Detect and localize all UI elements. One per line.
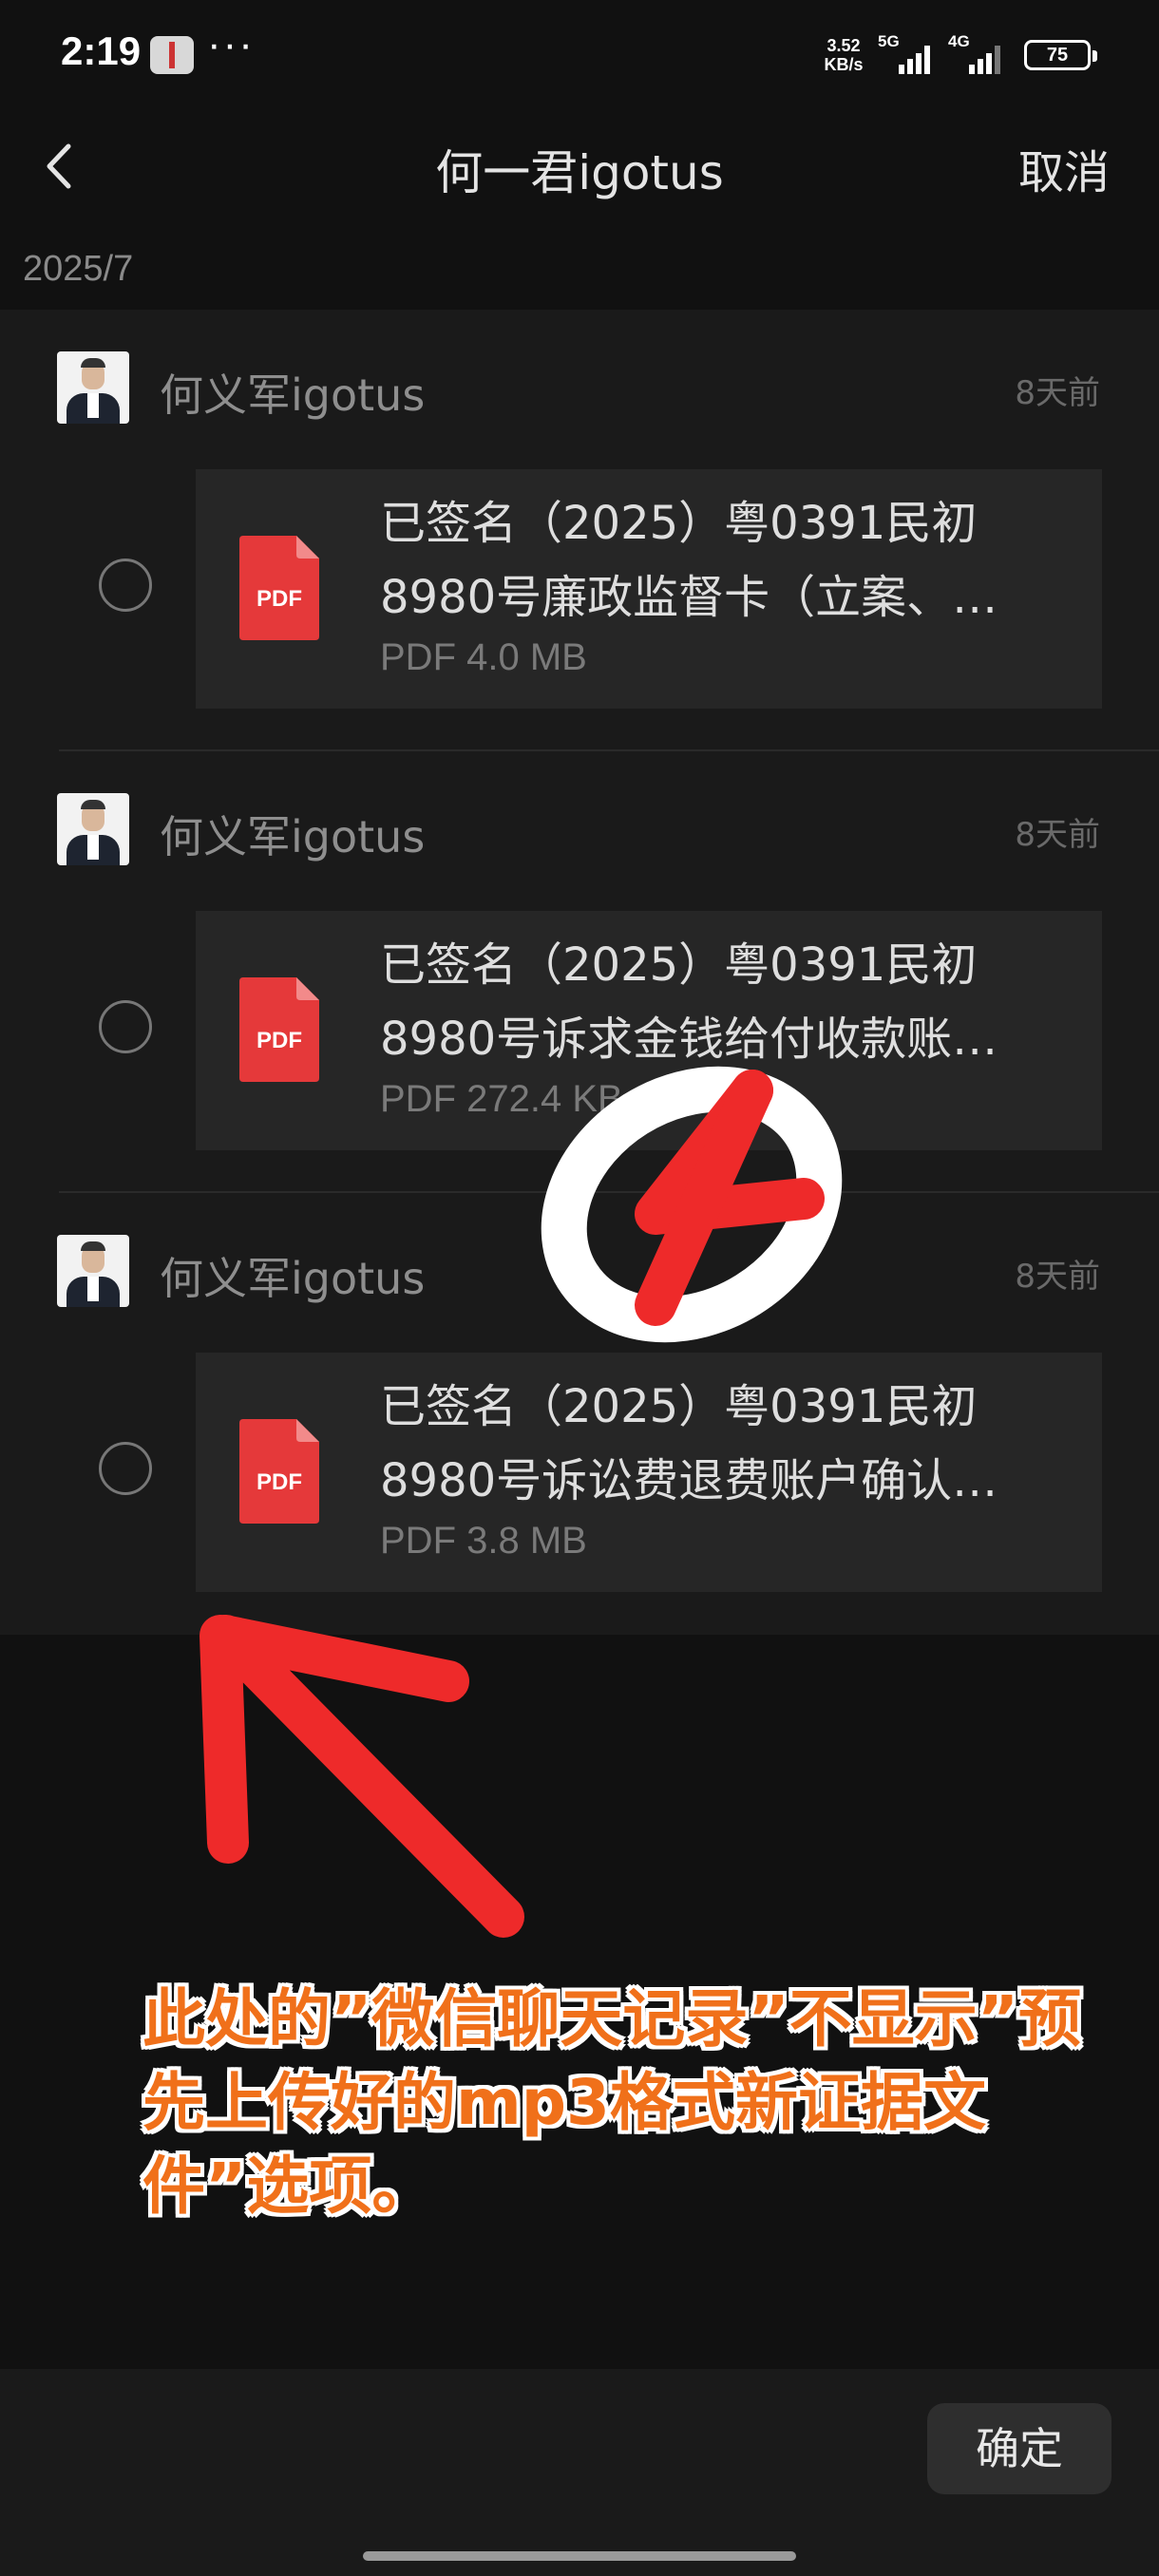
signal-5g-label: 5G xyxy=(878,32,900,50)
page: 2:19 ··· 3.52 KB/s 5G 4G 75 何一君igotus 取消… xyxy=(0,0,1159,2576)
file-card[interactable]: PDF 已签名（2025）粤0391民初 8980号诉讼费退费账户确认… PDF… xyxy=(196,1353,1102,1592)
signal-4g-icon: 4G xyxy=(948,32,1015,74)
battery-icon: 75 xyxy=(1024,40,1091,70)
select-radio[interactable] xyxy=(99,1442,152,1495)
battery-tip xyxy=(1092,50,1097,62)
bottom-bar: 确定 xyxy=(0,2369,1159,2576)
file-name: 已签名（2025）粤0391民初 8980号诉求金钱给付收款账… xyxy=(380,928,1064,1076)
file-name-line2: 8980号诉求金钱给付收款账… xyxy=(380,1013,998,1066)
status-time: 2:19 xyxy=(61,28,142,73)
list-item: 何义军igotus 8天前 PDF 已签名（2025）粤0391民初 8980号… xyxy=(0,1193,1159,1635)
file-meta: PDF 3.8 MB xyxy=(380,1520,587,1562)
file-card[interactable]: PDF 已签名（2025）粤0391民初 8980号诉求金钱给付收款账… PDF… xyxy=(196,911,1102,1150)
message-list: 何义军igotus 8天前 PDF 已签名（2025）粤0391民初 8980号… xyxy=(0,310,1159,1635)
avatar xyxy=(57,1235,129,1307)
file-name-line1: 已签名（2025）粤0391民初 xyxy=(380,938,978,992)
pdf-icon-label: PDF xyxy=(256,1028,302,1053)
file-name-line1: 已签名（2025）粤0391民初 xyxy=(380,1380,978,1433)
month-label: 2025/7 xyxy=(23,249,134,289)
file-name-line2: 8980号诉讼费退费账户确认… xyxy=(380,1454,998,1507)
list-item: 何义军igotus 8天前 PDF 已签名（2025）粤0391民初 8980号… xyxy=(0,310,1159,751)
file-name: 已签名（2025）粤0391民初 8980号廉政监督卡（立案、… xyxy=(380,486,1064,635)
file-card[interactable]: PDF 已签名（2025）粤0391民初 8980号廉政监督卡（立案、… PDF… xyxy=(196,469,1102,709)
signal-4g-label: 4G xyxy=(948,32,970,50)
message-time: 8天前 xyxy=(1015,374,1100,412)
list-item: 何义军igotus 8天前 PDF 已签名（2025）粤0391民初 8980号… xyxy=(0,751,1159,1193)
select-radio[interactable] xyxy=(99,559,152,612)
message-time: 8天前 xyxy=(1015,816,1100,854)
sender-name: 何义军igotus xyxy=(160,1253,426,1304)
home-indicator[interactable] xyxy=(363,2551,796,2561)
battery-level: 75 xyxy=(1046,45,1069,66)
cancel-button[interactable]: 取消 xyxy=(1018,135,1110,201)
pdf-file-icon: PDF xyxy=(239,1419,319,1524)
pdf-icon-label: PDF xyxy=(256,1469,302,1495)
header: 何一君igotus 取消 xyxy=(0,114,1159,218)
select-radio[interactable] xyxy=(99,1000,152,1053)
avatar xyxy=(57,351,129,424)
network-speed-unit: KB/s xyxy=(824,55,864,74)
network-speed-value: 3.52 xyxy=(826,36,861,55)
signal-5g-icon: 5G xyxy=(878,32,944,74)
pdf-icon-label: PDF xyxy=(256,586,302,612)
file-meta: PDF 272.4 KB xyxy=(380,1078,623,1120)
file-name: 已签名（2025）粤0391民初 8980号诉讼费退费账户确认… xyxy=(380,1370,1064,1518)
avatar xyxy=(57,793,129,865)
pdf-file-icon: PDF xyxy=(239,977,319,1082)
annotation-text: 此处的”微信聊天记录”不显示”预先上传好的mp3格式新证据文件”选项。 xyxy=(142,1982,1082,2223)
message-time: 8天前 xyxy=(1015,1258,1100,1296)
file-name-line1: 已签名（2025）粤0391民初 xyxy=(380,497,978,550)
sender-name: 何义军igotus xyxy=(160,811,426,862)
confirm-button[interactable]: 确定 xyxy=(927,2403,1112,2494)
annotation-arrow xyxy=(200,1615,524,1938)
file-meta: PDF 4.0 MB xyxy=(380,636,587,678)
pdf-file-icon: PDF xyxy=(239,536,319,640)
status-bar: 2:19 ··· 3.52 KB/s 5G 4G 75 xyxy=(0,0,1159,104)
network-speed: 3.52 KB/s xyxy=(817,36,870,74)
file-name-line2: 8980号廉政监督卡（立案、… xyxy=(380,571,998,624)
more-notifications-icon: ··· xyxy=(207,21,255,67)
recorder-app-icon xyxy=(150,36,194,74)
sender-name: 何义军igotus xyxy=(160,369,426,421)
page-title: 何一君igotus xyxy=(435,145,724,200)
